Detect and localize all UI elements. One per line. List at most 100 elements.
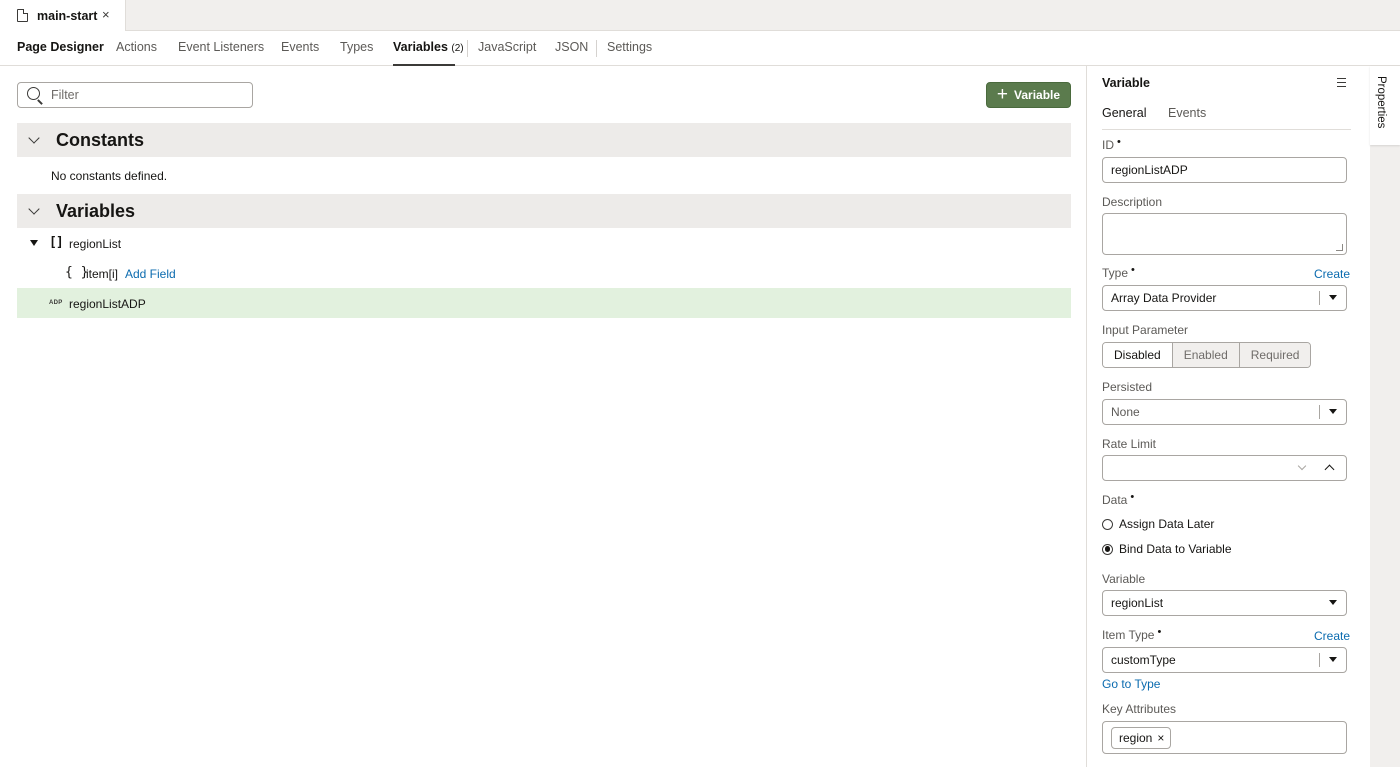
rate-limit-label: Rate Limit (1102, 437, 1157, 451)
plus-icon: + (996, 84, 1009, 105)
persisted-select[interactable]: None (1102, 399, 1347, 425)
radio-label: Assign Data Later (1119, 517, 1215, 531)
tab-event-listeners[interactable]: Event Listeners (178, 31, 264, 66)
key-attribute-chip: region × (1111, 727, 1172, 749)
type-select[interactable]: Array Data Provider (1102, 285, 1347, 311)
input-parameter-enabled[interactable]: Enabled (1171, 343, 1239, 367)
id-input[interactable]: regionListADP (1102, 157, 1347, 183)
file-tab-label: main-start (37, 8, 98, 23)
data-label: Data (1102, 493, 1128, 507)
filter-placeholder: Filter (51, 88, 79, 102)
variable-name: regionListADP (69, 297, 146, 311)
add-variable-label: Variable (1014, 88, 1061, 102)
caret-down-icon (1329, 295, 1337, 300)
rate-limit-select[interactable] (1102, 455, 1347, 481)
item-type-label: Item Type (1102, 628, 1155, 642)
input-parameter-toggle: Disabled Enabled Required (1102, 342, 1312, 368)
constants-empty-text: No constants defined. (51, 169, 168, 183)
description-label: Description (1102, 195, 1163, 209)
go-to-type-link[interactable]: Go to Type (1102, 677, 1160, 691)
properties-panel: Variable General Events ID • regionListAD… (1086, 66, 1370, 767)
chevron-up-icon[interactable] (1324, 464, 1335, 475)
tab-json[interactable]: JSON (555, 31, 588, 66)
chevron-down-icon (28, 202, 40, 215)
input-parameter-required[interactable]: Required (1238, 343, 1311, 367)
select-divider (1319, 291, 1320, 305)
description-textarea[interactable] (1102, 213, 1347, 255)
panel-tab-general[interactable]: General (1102, 106, 1146, 120)
variable-select[interactable]: regionList (1102, 590, 1347, 616)
chevron-down-icon (28, 131, 40, 144)
required-marker: • (1157, 626, 1162, 638)
add-field-link[interactable]: Add Field (125, 267, 176, 281)
properties-side-tab[interactable]: Properties (1370, 66, 1400, 145)
variable-row-regionlist[interactable]: [] regionList (17, 228, 1071, 258)
tab-variables[interactable]: Variables (2) (393, 31, 464, 66)
item-type-select[interactable]: customType (1102, 647, 1347, 673)
variables-title: Variables (56, 200, 136, 221)
radio-assign-data-later[interactable]: Assign Data Later (1102, 517, 1214, 531)
select-divider (1319, 405, 1320, 419)
filter-input[interactable]: Filter (17, 82, 253, 108)
variable-name: regionList (69, 237, 122, 251)
close-icon[interactable]: × (102, 7, 110, 22)
document-icon (17, 9, 28, 22)
variable-select-value: regionList (1111, 596, 1164, 610)
tab-actions[interactable]: Actions (116, 31, 157, 66)
key-attributes-label: Key Attributes (1102, 702, 1177, 716)
persisted-label: Persisted (1102, 380, 1153, 394)
add-variable-button[interactable]: + Variable (986, 82, 1071, 108)
tab-javascript[interactable]: JavaScript (478, 31, 536, 66)
radio-button[interactable] (1102, 518, 1113, 530)
search-icon (27, 87, 40, 100)
tab-variables-label: Variables (393, 40, 448, 54)
menu-icon[interactable] (1337, 78, 1346, 87)
adp-icon: ADP (49, 300, 63, 306)
item-type-select-value: customType (1111, 653, 1176, 667)
id-label-row: ID • (1102, 136, 1121, 152)
variables-section-header[interactable]: Variables (17, 194, 1071, 228)
item-type-label-row: Item Type • (1102, 626, 1162, 642)
chevron-down-icon (1297, 461, 1307, 471)
variable-row-regionlistadp[interactable]: ADP regionListADP (17, 288, 1071, 318)
designer-tab-bar: Page Designer Actions Event Listeners Ev… (0, 31, 1400, 66)
file-tab-main-start[interactable]: main-start × (0, 0, 126, 31)
radio-bind-data-to-variable[interactable]: Bind Data to Variable (1102, 542, 1232, 556)
panel-tab-events[interactable]: Events (1168, 106, 1206, 120)
input-parameter-label: Input Parameter (1102, 323, 1189, 337)
id-label: ID (1102, 138, 1114, 152)
data-label-row: Data • (1102, 491, 1134, 507)
remove-chip-icon[interactable]: × (1157, 731, 1164, 745)
chip-label: region (1119, 731, 1153, 745)
input-parameter-disabled[interactable]: Disabled (1103, 343, 1172, 367)
constants-title: Constants (56, 129, 145, 150)
tab-divider (467, 40, 468, 57)
panel-tabs: General Events (1102, 99, 1351, 130)
type-create-link[interactable]: Create (1314, 267, 1350, 281)
tab-variables-count: (2) (451, 43, 464, 54)
variable-label: Variable (1102, 572, 1146, 586)
object-icon: { } (65, 265, 89, 280)
radio-button[interactable] (1102, 543, 1113, 555)
variable-row-item[interactable]: { } item[i] Add Field (17, 258, 1071, 288)
tab-settings[interactable]: Settings (607, 31, 652, 66)
caret-down-icon (1329, 657, 1337, 662)
type-select-value: Array Data Provider (1111, 291, 1217, 305)
expand-triangle-icon[interactable] (30, 240, 38, 246)
tab-page-designer[interactable]: Page Designer (17, 31, 104, 66)
file-tab-bar: main-start × (0, 0, 1400, 31)
type-label: Type (1102, 266, 1129, 280)
tab-types[interactable]: Types (340, 31, 373, 66)
caret-down-icon (1329, 600, 1337, 605)
panel-title: Variable (1102, 76, 1150, 90)
side-tab-strip (1370, 66, 1400, 767)
item-type-create-link[interactable]: Create (1314, 629, 1350, 643)
type-label-row: Type • (1102, 264, 1135, 280)
tab-events[interactable]: Events (281, 31, 319, 66)
key-attributes-input[interactable]: region × (1102, 721, 1347, 754)
tab-divider (596, 40, 597, 57)
select-divider (1319, 653, 1320, 667)
constants-section-header[interactable]: Constants (17, 123, 1071, 157)
caret-down-icon (1329, 409, 1337, 414)
required-marker: • (1131, 264, 1135, 276)
